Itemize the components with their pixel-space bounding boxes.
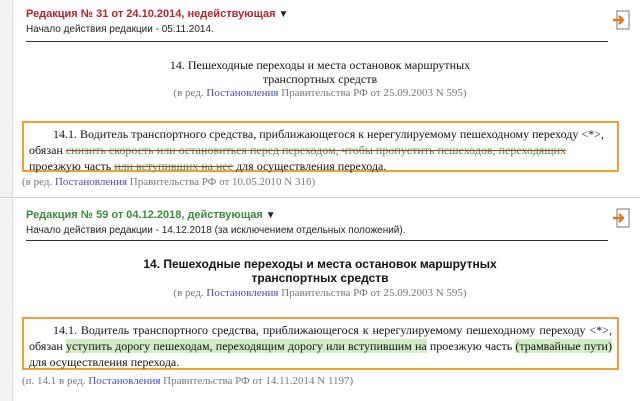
new-article-title: 14. Пешеходные переходы и места останово… (0, 257, 640, 285)
inserted-text: уступить дорогу пешеходам, переходящим д… (65, 339, 427, 353)
deleted-text: или вступивших на нее (114, 159, 234, 173)
new-paragraph-14-1: 14.1. Водитель транспортного средства, п… (29, 322, 612, 370)
revision-prefix: (в ред. (173, 87, 207, 99)
new-edition-pane[interactable]: Редакция № 59 от 04.12.2018, действующая… (0, 199, 640, 401)
text-segment: для осуществления перехода. (233, 159, 387, 173)
new-article-title-line1: 14. Пешеходные переходы и места останово… (143, 257, 497, 271)
revision-prefix: (в ред. (22, 176, 55, 188)
text-segment: проезжую часть (426, 339, 516, 353)
new-edition-header: Редакция № 59 от 04.12.2018, действующая… (26, 209, 406, 237)
exit-document-icon[interactable] (612, 208, 630, 228)
old-paragraph-revision-note: (в ред. Постановления Правительства РФ о… (22, 176, 640, 188)
old-article-title-line1: 14. Пешеходные переходы и места останово… (169, 58, 471, 72)
revision-suffix: Правительства РФ от 14.11.2014 N 1197) (160, 375, 354, 387)
header-divider (26, 41, 608, 42)
new-article-revision-note: (в ред. Постановления Правительства РФ о… (0, 287, 640, 299)
old-article-revision-note: (в ред. Постановления Правительства РФ о… (0, 87, 640, 99)
revision-suffix: Правительства РФ от 25.09.2003 N 595) (278, 87, 467, 99)
old-edition-start-date: Начало действия редакции - 05.11.2014. (26, 24, 214, 35)
new-paragraph-revision-note: (п. 14.1 в ред. Постановления Правительс… (22, 375, 640, 387)
text-segment: для осуществления перехода. (29, 355, 180, 369)
revision-suffix: Правительства РФ от 25.09.2003 N 595) (278, 287, 467, 299)
new-edition-title: Редакция № 59 от 04.12.2018, действующая (26, 209, 263, 221)
header-divider (26, 240, 608, 241)
decree-link[interactable]: Постановления (88, 375, 160, 387)
triangle-down-icon[interactable]: ▼ (279, 9, 289, 20)
decree-link[interactable]: Постановления (206, 287, 278, 299)
revision-suffix: Правительства РФ от 10.05.2010 N 316) (127, 176, 316, 188)
old-edition-title: Редакция № 31 от 24.10.2014, недействующ… (26, 8, 276, 20)
new-paragraph-box: 14.1. Водитель транспортного средства, п… (22, 317, 619, 370)
new-article-title-line2: транспортных средств (251, 271, 389, 285)
old-article-title: 14. Пешеходные переходы и места останово… (0, 58, 640, 86)
old-edition-header: Редакция № 31 от 24.10.2014, недействующ… (26, 8, 288, 36)
revision-prefix: (в ред. (173, 287, 207, 299)
old-paragraph-14-1: 14.1. Водитель транспортного средства, п… (29, 126, 612, 174)
text-segment: проезжую часть (29, 159, 115, 173)
old-paragraph-box: 14.1. Водитель транспортного средства, п… (22, 121, 619, 174)
revision-prefix: (п. 14.1 в ред. (22, 375, 89, 387)
old-edition-selector[interactable]: Редакция № 31 от 24.10.2014, недействующ… (26, 8, 288, 21)
new-edition-start-date: Начало действия редакции - 14.12.2018 (з… (26, 225, 406, 236)
exit-document-icon[interactable] (612, 10, 630, 30)
scroll-gutter[interactable] (0, 199, 13, 401)
decree-link[interactable]: Постановления (206, 87, 278, 99)
triangle-down-icon[interactable]: ▼ (266, 210, 276, 221)
inserted-text: (трамвайные пути) (515, 339, 612, 353)
deleted-text: снизить скорость или остановиться перед … (65, 143, 566, 157)
decree-link[interactable]: Постановления (55, 176, 127, 188)
old-article-title-line2: транспортных средств (262, 72, 378, 86)
new-edition-selector[interactable]: Редакция № 59 от 04.12.2018, действующая… (26, 209, 406, 222)
old-edition-pane[interactable]: Редакция № 31 от 24.10.2014, недействующ… (0, 0, 640, 198)
